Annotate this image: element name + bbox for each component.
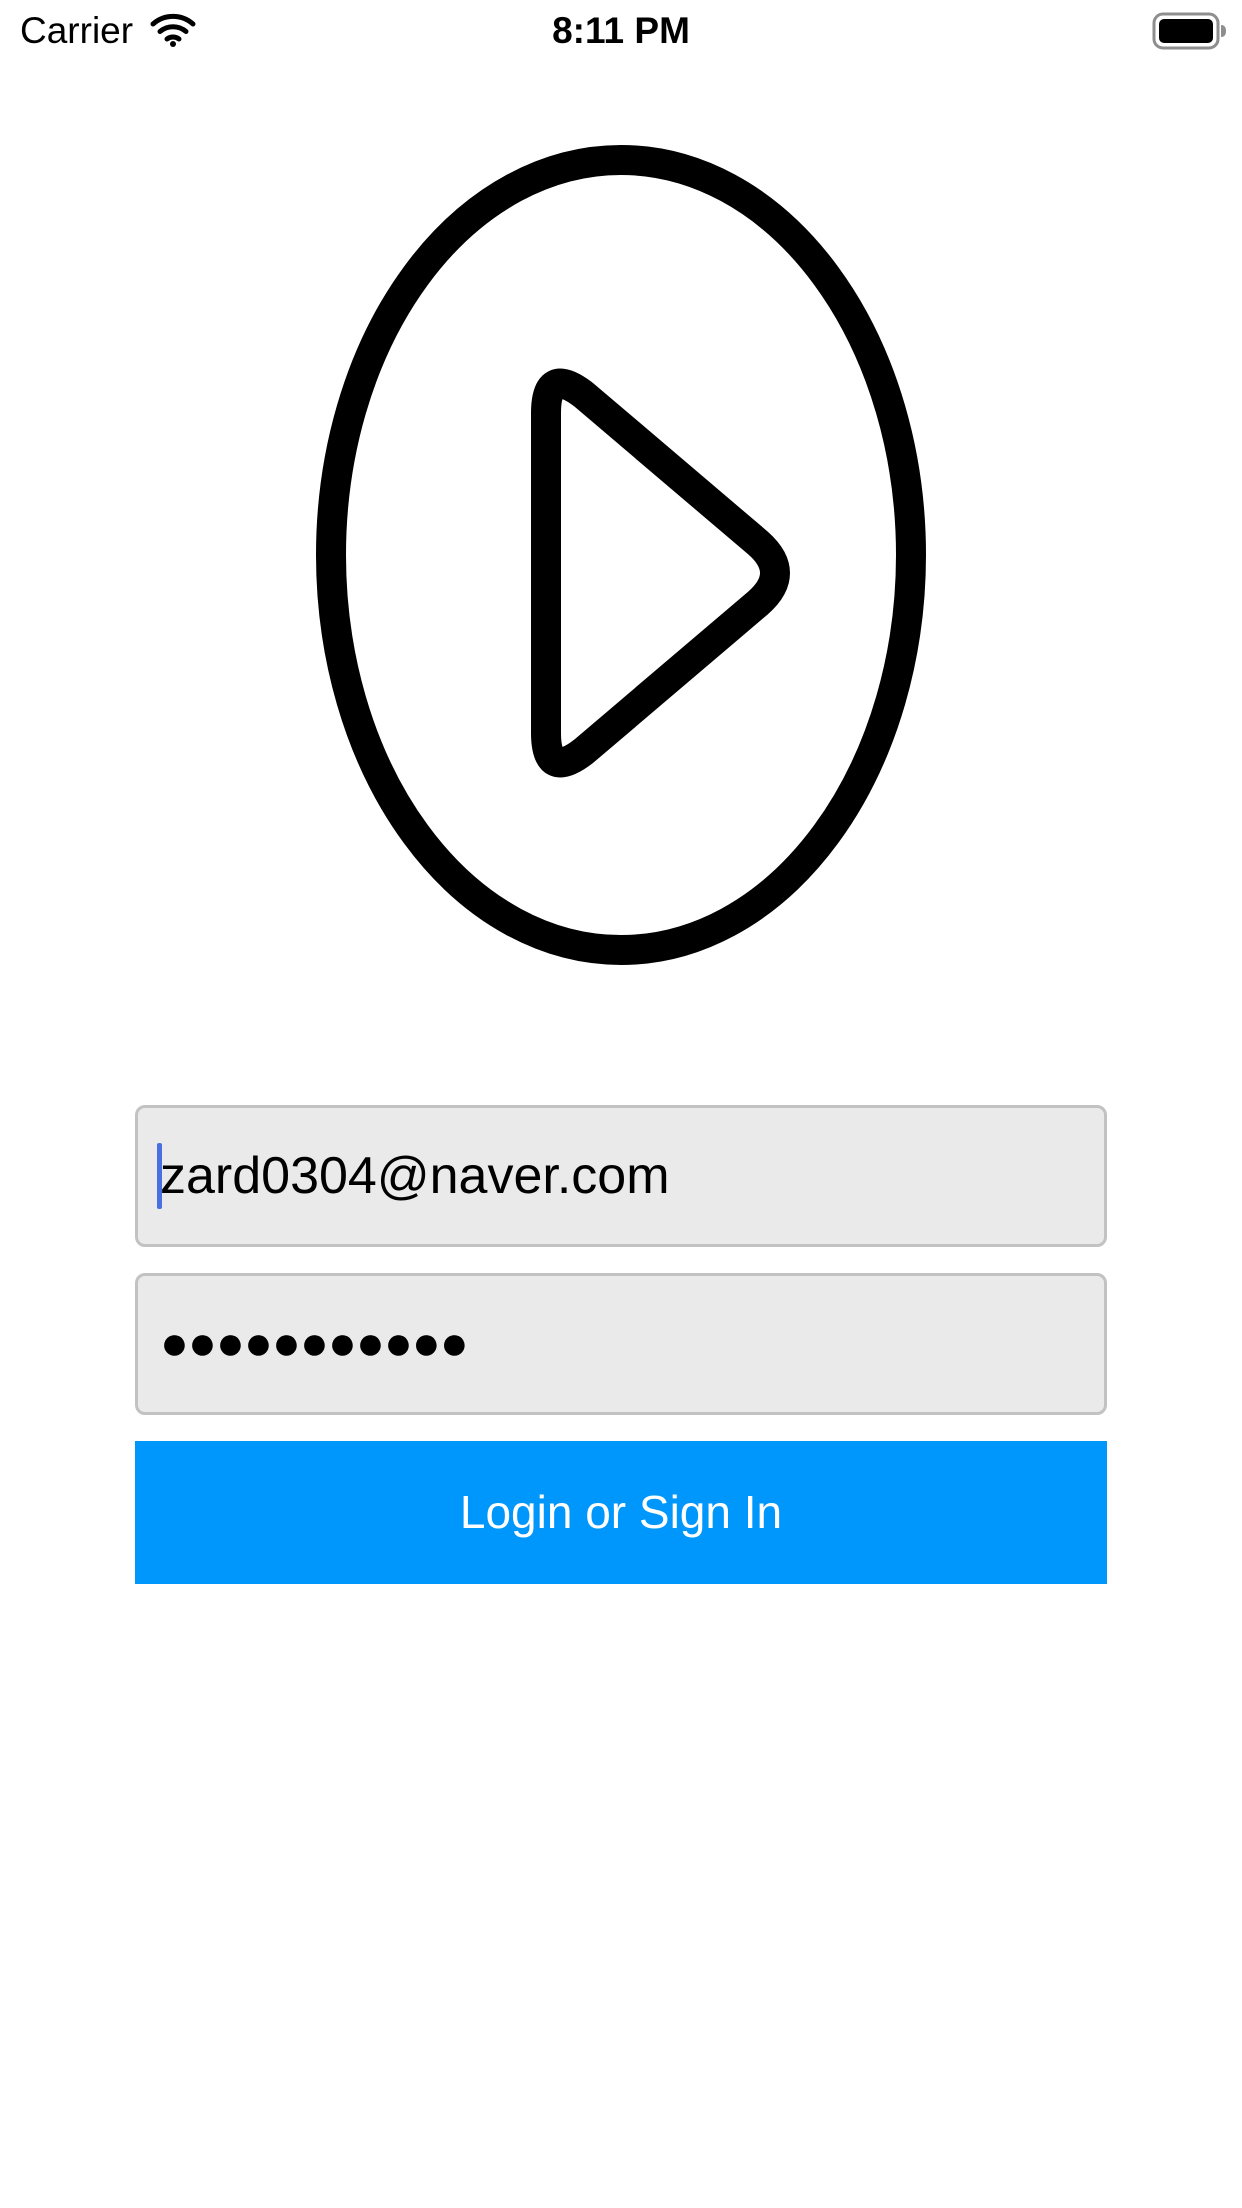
email-value: zard0304@naver.com bbox=[160, 1147, 670, 1205]
email-field[interactable]: zard0304@naver.com bbox=[135, 1105, 1107, 1247]
password-value: ●●●●●●●●●●● bbox=[160, 1317, 469, 1370]
play-circle-icon bbox=[316, 145, 926, 965]
battery-full-icon bbox=[1152, 12, 1226, 50]
status-time: 8:11 PM bbox=[552, 10, 690, 51]
status-bar: Carrier 8:11 PM bbox=[0, 0, 1242, 62]
login-button[interactable]: Login or Sign In bbox=[135, 1441, 1107, 1584]
password-field[interactable]: ●●●●●●●●●●● bbox=[135, 1273, 1107, 1415]
